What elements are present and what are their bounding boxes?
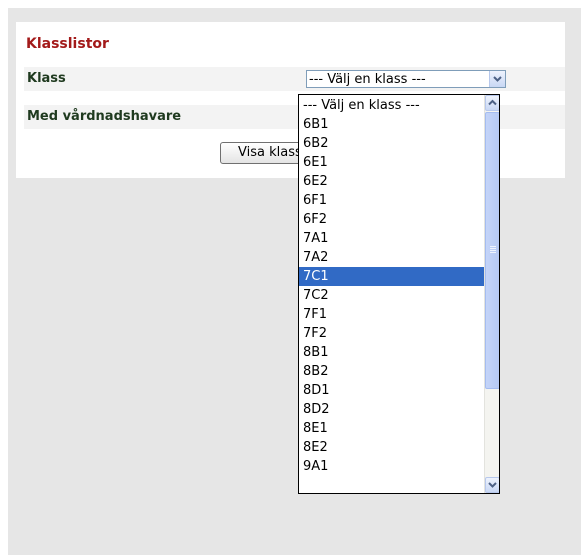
scroll-thumb[interactable] <box>485 112 499 389</box>
dropdown-option[interactable]: 8D2 <box>299 400 484 419</box>
dropdown-option[interactable]: 6F1 <box>299 191 484 210</box>
class-dropdown-list[interactable]: --- Välj en klass --- 6B1 6B2 6E1 6E2 6F1 6F2 7… <box>298 94 500 494</box>
chevron-up-icon[interactable] <box>485 95 499 111</box>
dropdown-option[interactable]: 8E1 <box>299 419 484 438</box>
dropdown-scrollbar[interactable] <box>484 95 499 493</box>
dropdown-option[interactable]: 7F1 <box>299 305 484 324</box>
dropdown-option[interactable]: 7A1 <box>299 229 484 248</box>
dropdown-option[interactable]: --- Välj en klass --- <box>299 96 484 115</box>
dropdown-option[interactable]: 7C1 <box>299 267 484 286</box>
class-select[interactable]: --- Välj en klass --- <box>306 70 506 88</box>
dropdown-option[interactable]: 6F2 <box>299 210 484 229</box>
dropdown-option[interactable]: 7F2 <box>299 324 484 343</box>
dropdown-option[interactable]: 8E2 <box>299 438 484 457</box>
chevron-down-icon[interactable] <box>489 71 505 87</box>
guardian-label: Med vårdnadshavare <box>27 109 182 124</box>
dropdown-option[interactable]: 9A1 <box>299 457 484 476</box>
dropdown-option[interactable]: 8B2 <box>299 362 484 381</box>
dropdown-option[interactable]: 6E2 <box>299 172 484 191</box>
dropdown-option[interactable]: 6B2 <box>299 134 484 153</box>
dropdown-option[interactable]: 6E1 <box>299 153 484 172</box>
dropdown-option[interactable]: 7C2 <box>299 286 484 305</box>
class-select-value: --- Välj en klass --- <box>309 72 426 87</box>
class-row: Klass --- Välj en klass --- <box>24 67 565 91</box>
chevron-down-icon[interactable] <box>485 477 499 493</box>
option-list: --- Välj en klass --- 6B1 6B2 6E1 6E2 6F1 6F2 7… <box>299 96 484 476</box>
class-label: Klass <box>27 71 66 86</box>
dropdown-option[interactable]: 6B1 <box>299 115 484 134</box>
dropdown-option[interactable]: 8B1 <box>299 343 484 362</box>
dropdown-option[interactable]: 7A2 <box>299 248 484 267</box>
page-title: Klasslistor <box>26 36 109 52</box>
dropdown-option[interactable]: 8D1 <box>299 381 484 400</box>
